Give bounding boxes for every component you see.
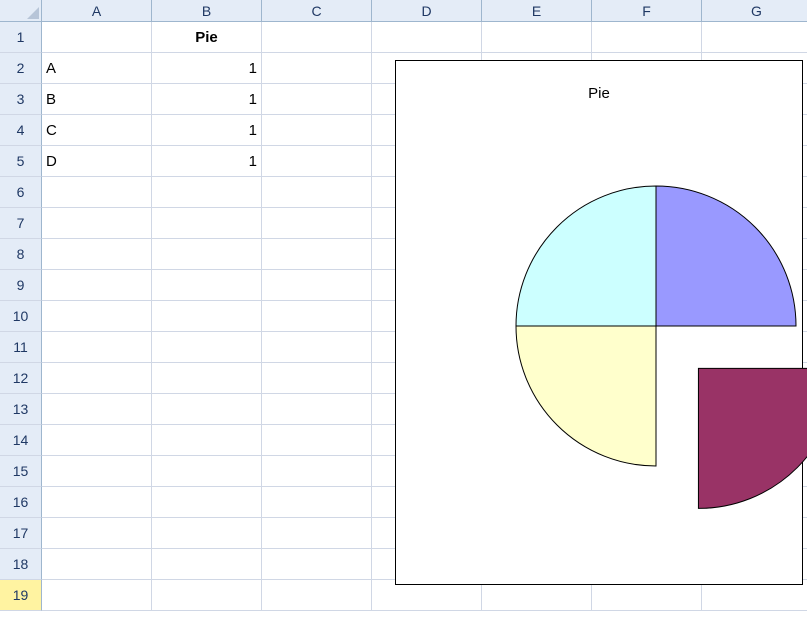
row-header[interactable]: 8: [0, 239, 42, 270]
cell[interactable]: [152, 177, 262, 208]
row-header[interactable]: 3: [0, 84, 42, 115]
pie-slice[interactable]: [698, 368, 807, 508]
cell[interactable]: [152, 394, 262, 425]
cell[interactable]: [42, 394, 152, 425]
row-header[interactable]: 6: [0, 177, 42, 208]
select-all-triangle-icon: [27, 7, 39, 19]
column-header[interactable]: C: [262, 0, 372, 22]
cell[interactable]: [262, 487, 372, 518]
cell[interactable]: [262, 394, 372, 425]
row-header[interactable]: 12: [0, 363, 42, 394]
row-header[interactable]: 19: [0, 580, 42, 611]
cell[interactable]: C: [42, 115, 152, 146]
cell[interactable]: [42, 363, 152, 394]
cell[interactable]: [42, 177, 152, 208]
cell[interactable]: [262, 177, 372, 208]
cell[interactable]: [152, 270, 262, 301]
row-header[interactable]: 1: [0, 22, 42, 53]
column-header[interactable]: E: [482, 0, 592, 22]
cell[interactable]: [262, 363, 372, 394]
chart-object[interactable]: Pie: [395, 60, 803, 585]
cell[interactable]: [152, 580, 262, 611]
chart-title: Pie: [396, 85, 802, 102]
column-header[interactable]: G: [702, 0, 807, 22]
cell[interactable]: [262, 239, 372, 270]
cell[interactable]: [42, 580, 152, 611]
cell[interactable]: [152, 301, 262, 332]
column-header[interactable]: D: [372, 0, 482, 22]
cell[interactable]: [372, 22, 482, 53]
cell[interactable]: [262, 53, 372, 84]
cell[interactable]: [152, 549, 262, 580]
row-header[interactable]: 14: [0, 425, 42, 456]
cell[interactable]: Pie: [152, 22, 262, 53]
row-header[interactable]: 2: [0, 53, 42, 84]
cell[interactable]: [152, 425, 262, 456]
cell[interactable]: [262, 270, 372, 301]
column-header[interactable]: B: [152, 0, 262, 22]
row-header[interactable]: 5: [0, 146, 42, 177]
cell[interactable]: [262, 84, 372, 115]
row-header[interactable]: 17: [0, 518, 42, 549]
pie-slice[interactable]: [516, 186, 656, 326]
cell[interactable]: [702, 22, 807, 53]
cell[interactable]: [262, 301, 372, 332]
cell[interactable]: [262, 208, 372, 239]
cell[interactable]: [262, 425, 372, 456]
row-headers: 12345678910111213141516171819: [0, 22, 42, 611]
row-header[interactable]: 13: [0, 394, 42, 425]
pie-slice[interactable]: [656, 186, 796, 326]
cell[interactable]: [262, 580, 372, 611]
cell[interactable]: [152, 518, 262, 549]
row-header[interactable]: 7: [0, 208, 42, 239]
pie-chart-svg: [476, 181, 807, 541]
cell[interactable]: [42, 208, 152, 239]
cell[interactable]: [152, 332, 262, 363]
cell[interactable]: [262, 456, 372, 487]
cell[interactable]: A: [42, 53, 152, 84]
row-header[interactable]: 15: [0, 456, 42, 487]
cell[interactable]: [262, 332, 372, 363]
cell[interactable]: B: [42, 84, 152, 115]
cell[interactable]: [42, 456, 152, 487]
column-header[interactable]: A: [42, 0, 152, 22]
cell[interactable]: [152, 363, 262, 394]
cell[interactable]: [152, 487, 262, 518]
cell[interactable]: 1: [152, 115, 262, 146]
cell[interactable]: 1: [152, 84, 262, 115]
cell[interactable]: [262, 549, 372, 580]
cell[interactable]: [42, 518, 152, 549]
cell[interactable]: 1: [152, 146, 262, 177]
cell[interactable]: D: [42, 146, 152, 177]
row-header[interactable]: 4: [0, 115, 42, 146]
cell[interactable]: [152, 239, 262, 270]
spreadsheet: ABCDEFG 12345678910111213141516171819 Pi…: [0, 0, 807, 625]
row-header[interactable]: 16: [0, 487, 42, 518]
cell[interactable]: [592, 22, 702, 53]
column-headers: ABCDEFG: [42, 0, 807, 22]
cell[interactable]: [42, 425, 152, 456]
cell[interactable]: [42, 301, 152, 332]
cell[interactable]: [42, 549, 152, 580]
cell[interactable]: [42, 22, 152, 53]
cell[interactable]: [262, 22, 372, 53]
row-header[interactable]: 11: [0, 332, 42, 363]
cell[interactable]: [152, 456, 262, 487]
cell[interactable]: [42, 270, 152, 301]
cell[interactable]: 1: [152, 53, 262, 84]
cell[interactable]: [262, 115, 372, 146]
cell[interactable]: [262, 518, 372, 549]
select-all-corner[interactable]: [0, 0, 42, 22]
row-header[interactable]: 10: [0, 301, 42, 332]
row-header[interactable]: 18: [0, 549, 42, 580]
cell[interactable]: [42, 487, 152, 518]
pie-slice[interactable]: [516, 326, 656, 466]
row-header[interactable]: 9: [0, 270, 42, 301]
cell[interactable]: [42, 239, 152, 270]
cell[interactable]: [482, 22, 592, 53]
cell[interactable]: [152, 208, 262, 239]
cell[interactable]: [262, 146, 372, 177]
cell[interactable]: [42, 332, 152, 363]
column-header[interactable]: F: [592, 0, 702, 22]
